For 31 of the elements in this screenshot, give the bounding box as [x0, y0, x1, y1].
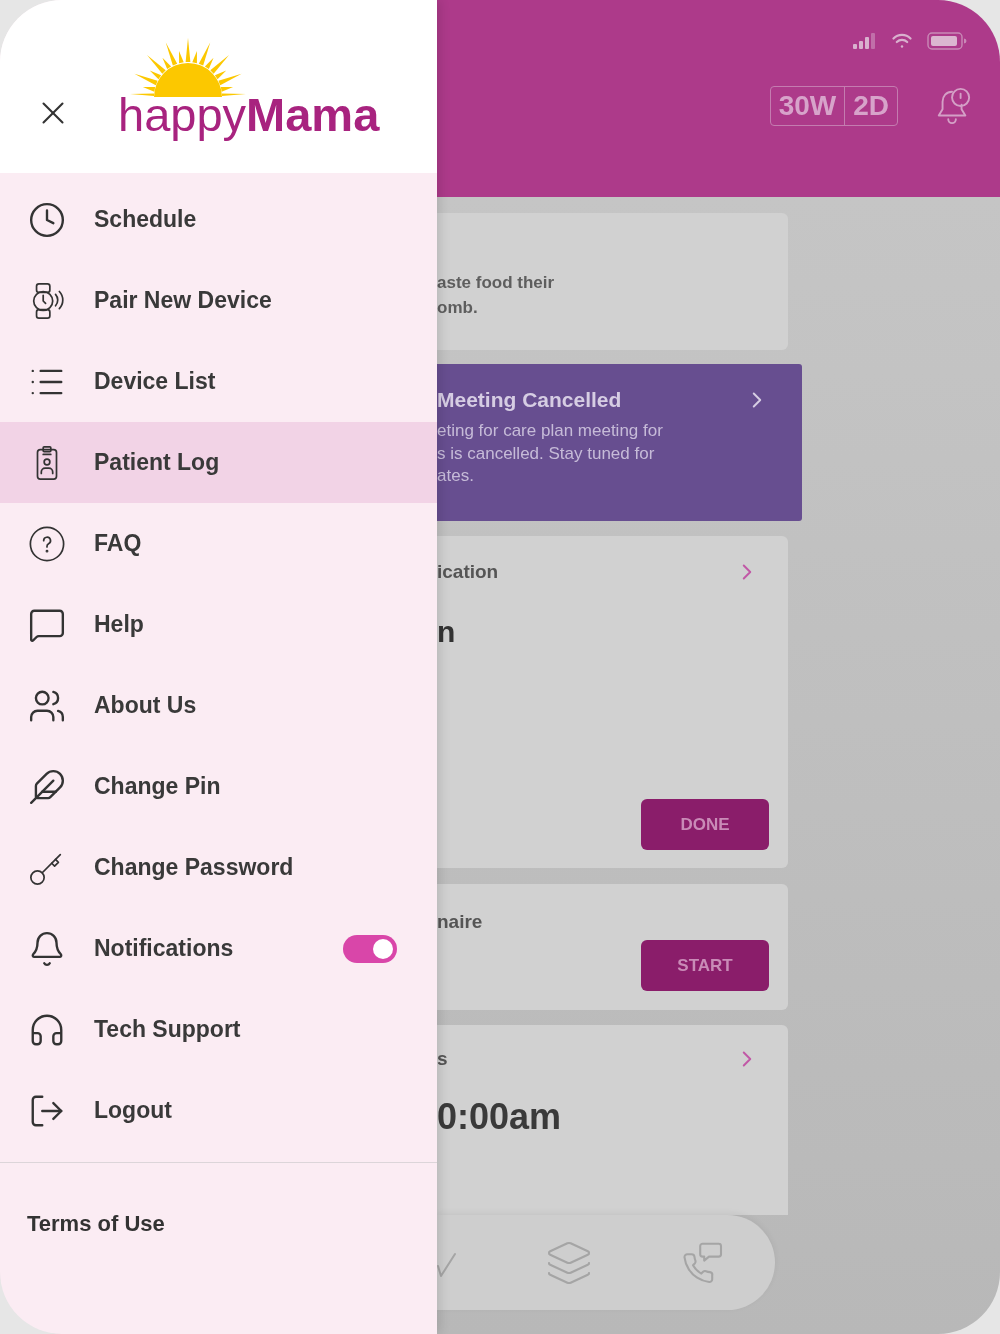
menu-item[interactable]: Tech Support — [0, 989, 437, 1070]
card-title: ication — [437, 560, 499, 584]
menu-item[interactable]: Patient Log — [0, 422, 437, 503]
terms-link[interactable]: Terms of Use — [27, 1211, 165, 1237]
wifi-icon — [892, 33, 912, 49]
badge-label: 30W — [777, 89, 838, 123]
menu-item[interactable]: Help — [0, 584, 437, 665]
question-circle-icon — [28, 524, 66, 563]
alert-card[interactable]: Meeting Cancelled eting for care plan meeting for s is cancelled. Stay tuned for ates. — [437, 364, 802, 521]
battery-icon — [927, 32, 967, 50]
card-title: s — [437, 1047, 448, 1071]
card-text: aste food their omb. — [437, 272, 555, 319]
menu-item[interactable]: Schedule — [0, 179, 437, 260]
menu-item[interactable]: Logout — [0, 1070, 437, 1151]
clock-icon — [28, 200, 66, 239]
signal-icon — [853, 33, 877, 49]
badge-label: 2D — [844, 87, 897, 125]
card-text: eting for care plan meeting for s is cancelled. Stay tuned for ates. — [437, 420, 663, 487]
card-value: n — [437, 614, 456, 650]
menu-item[interactable]: Notifications — [0, 908, 437, 989]
card-title: naire — [437, 910, 483, 934]
menu-item[interactable]: Change Pin — [0, 746, 437, 827]
feather-icon — [28, 767, 66, 806]
toggle-switch[interactable] — [343, 934, 397, 963]
menu-item[interactable]: FAQ — [0, 503, 437, 584]
menu-item[interactable]: Device List — [0, 341, 437, 422]
card-title: Meeting Cancelled — [437, 387, 622, 413]
menu-item[interactable]: Change Password — [0, 827, 437, 908]
appointment-time: 0:00am — [437, 1096, 562, 1138]
menu-item[interactable]: About Us — [0, 665, 437, 746]
menu-item[interactable]: Pair New Device — [0, 260, 437, 341]
